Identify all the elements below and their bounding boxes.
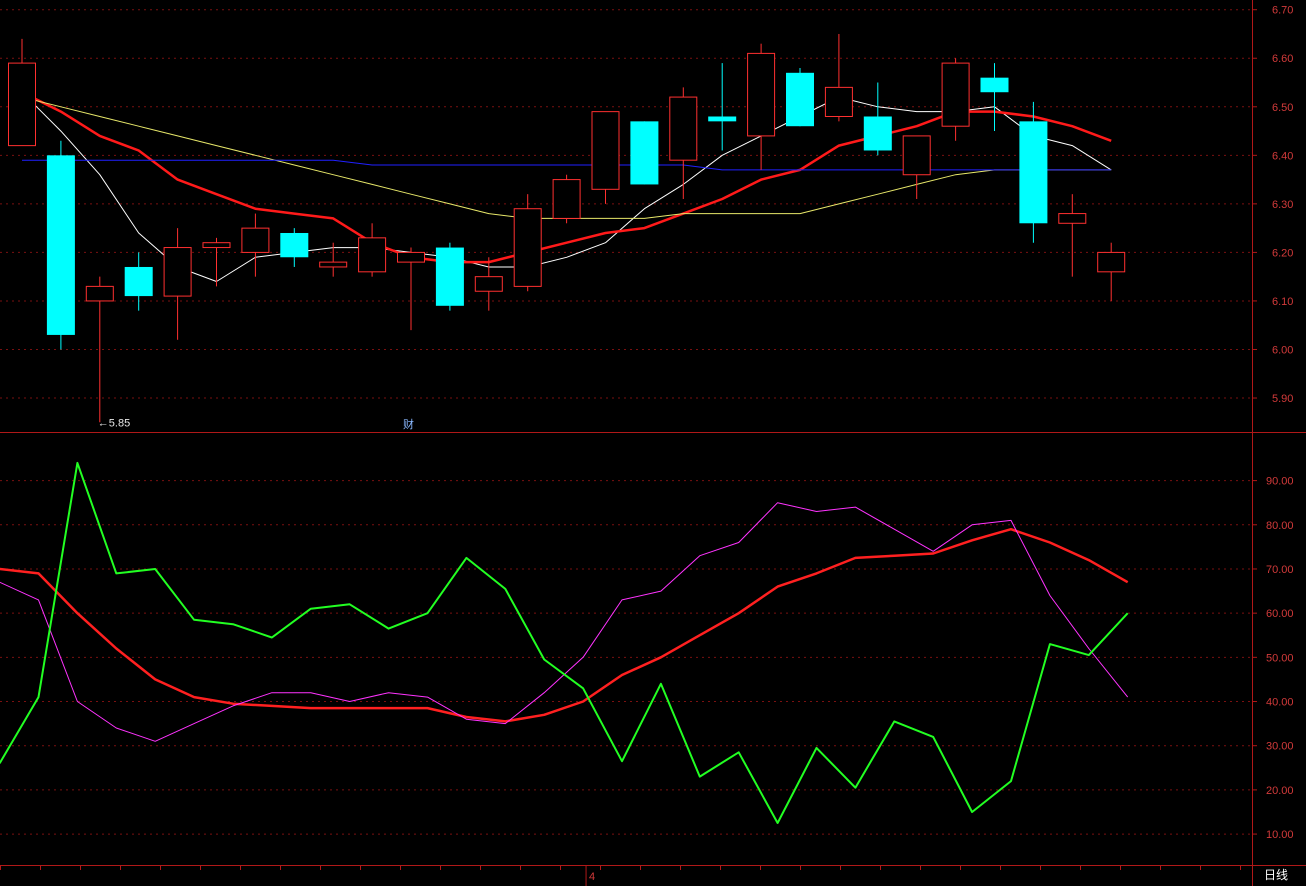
candle-body: [669, 96, 698, 161]
candlesticks: [8, 33, 1126, 423]
candle-body: [824, 86, 853, 117]
candle: [591, 111, 620, 204]
y-tick-label: 40.00: [1266, 697, 1294, 709]
candle-body: [435, 247, 464, 306]
candle: [46, 140, 75, 350]
candle-body: [747, 52, 776, 137]
candle-body: [163, 247, 192, 297]
y-tick-label: 6.60: [1272, 53, 1293, 65]
candle: [747, 43, 776, 170]
y-tick-label: 30.00: [1266, 741, 1294, 753]
candle-body: [786, 72, 814, 127]
series-line: [0, 461, 1129, 824]
candle-body: [124, 266, 153, 297]
candle-body: [591, 111, 620, 190]
candle: [786, 67, 814, 127]
y-tick-label: 6.20: [1272, 247, 1293, 259]
candle: [358, 223, 387, 277]
candle: [1019, 101, 1048, 243]
candle-body: [552, 179, 581, 219]
candle-body: [8, 62, 36, 147]
low-price-marker: ←5.85: [98, 417, 130, 429]
candle-body: [1058, 213, 1087, 224]
y-tick-label: 6.50: [1272, 102, 1293, 114]
candle-body: [708, 116, 737, 122]
candle-body: [241, 227, 270, 253]
candle: [435, 242, 464, 311]
candle: [397, 247, 425, 331]
period-tab-daily[interactable]: 日线: [1264, 868, 1288, 882]
candle-body: [630, 121, 659, 185]
y-tick-label: 6.10: [1272, 296, 1293, 308]
candle: [630, 121, 659, 185]
y-tick-label: 90.00: [1266, 476, 1294, 488]
candle: [1097, 242, 1126, 301]
y-tick-label: 50.00: [1266, 652, 1294, 664]
y-tick-label: 80.00: [1266, 520, 1294, 532]
candle-body: [358, 237, 387, 273]
series-line: [0, 502, 1129, 742]
candle-body: [941, 62, 970, 127]
candle: [941, 58, 970, 141]
candle: [824, 33, 853, 122]
x-tick-label: 4: [589, 871, 595, 883]
candle: [280, 228, 309, 267]
stock-chart: 6.70 6.60 6.50 6.40 6.30 6.20 6.10 6.00 5.90 90.0…: [0, 0, 1306, 886]
y-tick-label: 70.00: [1266, 564, 1294, 576]
candle: [474, 257, 503, 311]
candle-body: [1097, 251, 1126, 273]
candle-body: [863, 116, 892, 151]
candle-body: [1019, 121, 1048, 224]
y-tick-label: 60.00: [1266, 608, 1294, 620]
y-tick-label: 10.00: [1266, 829, 1294, 841]
candle-body: [513, 208, 542, 287]
candle: [980, 63, 1009, 132]
candle-body: [902, 135, 931, 176]
grid: [0, 9, 1252, 835]
y-tick-label: 20.00: [1266, 785, 1294, 797]
candle-body: [85, 285, 114, 302]
candle: [669, 87, 698, 200]
candle: [1058, 194, 1087, 277]
candle-body: [202, 242, 231, 249]
y-tick-label: 6.70: [1272, 5, 1293, 17]
y-tick-label: 6.00: [1272, 344, 1293, 356]
candle: [552, 174, 581, 224]
candle-body: [474, 276, 503, 292]
series-line: [22, 159, 1112, 171]
candle: [863, 82, 892, 156]
candle-body: [980, 77, 1009, 93]
finance-badge[interactable]: 财: [403, 417, 414, 431]
candle: [124, 252, 153, 311]
candle: [163, 228, 192, 340]
candle-body: [397, 251, 425, 263]
y-tick-label: 5.90: [1272, 393, 1293, 405]
series-line: [0, 527, 1129, 723]
candle: [513, 194, 542, 292]
candle: [8, 38, 36, 147]
candle-body: [280, 232, 309, 258]
candle: [202, 237, 231, 287]
candle: [902, 135, 931, 200]
y-tick-label: 6.30: [1272, 199, 1293, 211]
candle-body: [319, 261, 348, 268]
candle-body: [46, 155, 75, 335]
candle: [241, 213, 270, 277]
indicator-lines: [0, 461, 1129, 824]
y-tick-label: 6.40: [1272, 150, 1293, 162]
